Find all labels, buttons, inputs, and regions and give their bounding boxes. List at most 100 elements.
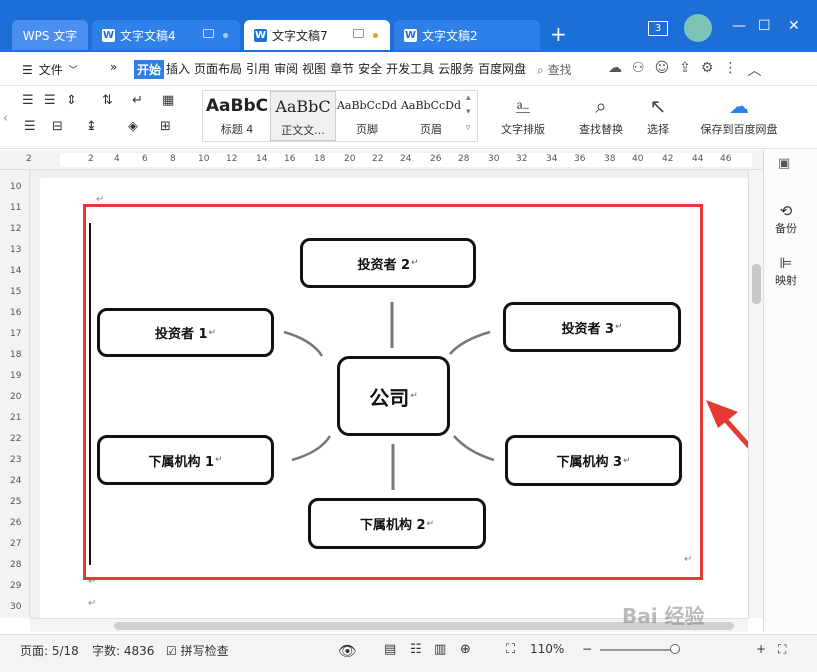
settings-icon[interactable]: ⚙ [701,60,714,80]
expand-icon[interactable]: » [110,60,117,74]
align-justify-icon[interactable]: ☰ [24,119,36,134]
paragraph-spacing-icon[interactable]: ↨ [86,119,97,134]
paragraph-mark-icon[interactable]: ↵ [132,93,143,108]
watermark: Bai 经验 [622,604,705,628]
style-header[interactable]: AaBbCcDd 页眉 [398,91,464,141]
tab-page-layout[interactable]: 页面布局 [192,60,244,79]
eye-protect-icon[interactable]: 👁 [338,642,357,660]
style-body[interactable]: AaBbC 正文文... [270,91,336,141]
tab-review[interactable]: 审阅 [272,60,300,79]
tab-doc7[interactable]: W 文字文稿7 [244,20,390,50]
vertical-ruler[interactable]: 10 11 12 13 14 15 16 17 18 19 20 21 22 2… [0,170,30,618]
spellcheck-button[interactable]: ☑ 拼写检查 [166,642,229,659]
page-indicator[interactable]: 页面: 5/18 [20,642,79,659]
zoom-slider[interactable] [600,649,680,651]
paragraph-mark: ↵ [411,258,419,268]
more-icon[interactable]: ⋮ [723,60,737,80]
indent-decrease-icon[interactable]: ☰ [22,93,34,108]
scrollbar-thumb[interactable] [752,264,761,304]
table-border-icon[interactable]: ▦ [162,93,174,108]
zoom-in-button[interactable]: + [756,642,766,656]
ruler-tick: 6 [142,154,148,164]
horizontal-ruler[interactable]: 2 2 4 6 8 10 12 14 16 18 20 22 24 26 28 … [0,150,763,170]
tab-chapter[interactable]: 章节 [328,60,356,79]
ruler-tick: 28 [458,154,470,164]
spellcheck-label: 拼写检查 [180,644,229,658]
backup-button[interactable]: ⟲ 备份 [764,202,808,236]
share-user-icon[interactable]: ⚇ [632,60,645,80]
select-button[interactable]: ↖ 选择 [638,91,678,137]
distributed-align-icon[interactable]: ⊟ [52,119,63,134]
style-more-icon[interactable]: ▿ [466,123,471,133]
tab-doc2[interactable]: W 文字文稿2 [394,20,540,50]
ruler-number: 15 [10,287,22,297]
text-layout-button[interactable]: ⎁ 文字排版 [492,91,554,137]
node-subsidiary-2[interactable]: 下属机构 2 ↵ [308,498,486,549]
title-bar: WPS 文字 W 文字文稿4 W 文字文稿7 W 文字文稿2 + 3 — ☐ ✕ [0,0,817,52]
node-investor-1[interactable]: 投资者 1 ↵ [97,308,274,357]
tab-references[interactable]: 引用 [244,60,272,79]
mapping-button[interactable]: ⊫ 映射 [764,254,808,288]
style-scroll-up-icon[interactable]: ▴ [466,93,471,103]
ruler-tick: 24 [400,154,412,164]
web-view-icon[interactable]: ⊕ [460,642,471,657]
ruler-number: 17 [10,329,22,339]
word-count[interactable]: 字数: 4836 [92,642,154,659]
vertical-line-shape[interactable] [89,223,91,565]
shading-icon[interactable]: ◈ [128,119,138,134]
node-subsidiary-1[interactable]: 下属机构 1 ↵ [97,435,274,485]
node-company[interactable]: 公司 ↵ [337,356,450,436]
new-tab-button[interactable]: + [550,22,567,46]
panel-toggle-icon[interactable]: ▣ [778,156,790,171]
sort-icon[interactable]: ⇅ [102,93,113,108]
page-view-icon[interactable]: ▤ [384,642,396,657]
paragraph-mark: ↵ [623,455,631,466]
indent-increase-icon[interactable]: ☰ [44,93,56,108]
reading-view-icon[interactable]: ▥ [434,642,446,657]
tab-insert[interactable]: 插入 [164,60,192,79]
tab-view[interactable]: 视图 [300,60,328,79]
tab-security[interactable]: 安全 [356,60,384,79]
minimize-button[interactable]: — [732,18,746,34]
style-heading4[interactable]: AaBbC 标题 4 [204,91,270,141]
export-icon[interactable]: ⇪ [679,60,691,80]
chevron-left-icon[interactable]: ‹ [3,111,8,126]
file-menu-button[interactable]: ☰ 文件 ﹀ [22,61,78,78]
maximize-button[interactable]: ☐ [758,18,771,34]
ruler-tick: 12 [226,154,238,164]
window-count-badge[interactable]: 3 [648,21,668,36]
tab-doc4[interactable]: W 文字文稿4 [92,20,240,50]
outline-view-icon[interactable]: ☷ [410,642,422,657]
ruler-tick: 4 [114,154,120,164]
ribbon-tabs: 开始 插入 页面布局 引用 审阅 视图 章节 安全 开发工具 云服务 百度网盘 [134,60,528,79]
node-investor-2[interactable]: 投资者 2 ↵ [300,238,476,288]
fullscreen-icon[interactable]: ⛶ [778,642,786,657]
cloud-sync-icon[interactable]: ☁ [608,60,622,80]
node-investor-3[interactable]: 投资者 3 ↵ [503,302,681,352]
close-button[interactable]: ✕ [788,18,800,34]
zoom-slider-handle[interactable] [670,644,680,654]
tab-label: 文字文稿4 [120,28,176,43]
find-replace-icon: ⌕ [595,94,607,118]
style-footer[interactable]: AaBbCcDd 页脚 [334,91,400,141]
tab-wps[interactable]: WPS 文字 [12,20,88,50]
comment-icon[interactable]: ☺ [655,60,670,80]
ruler-tick: 30 [488,154,500,164]
border-icon[interactable]: ⊞ [160,119,171,134]
style-scroll-down-icon[interactable]: ▾ [466,107,471,117]
collapse-ribbon-icon[interactable]: ︿ [747,60,761,80]
tab-baidu-disk[interactable]: 百度网盘 [476,60,528,79]
tab-home[interactable]: 开始 [134,60,165,79]
vertical-scrollbar[interactable] [748,170,763,618]
avatar[interactable] [684,14,712,42]
zoom-level[interactable]: 110% [530,642,564,656]
find-replace-button[interactable]: ⌕ 查找替换 [570,91,632,137]
save-baidu-disk-button[interactable]: ☁ 保存到百度网盘 [692,91,786,137]
tab-developer[interactable]: 开发工具 [384,60,436,79]
zoom-out-button[interactable]: − [582,642,592,656]
fit-page-icon[interactable]: ⛶ [506,642,515,657]
line-spacing-icon[interactable]: ⇕ [66,93,77,108]
search-button[interactable]: ⌕ 查找 [537,61,572,78]
node-subsidiary-3[interactable]: 下属机构 3 ↵ [505,435,682,486]
tab-cloud[interactable]: 云服务 [436,60,476,79]
